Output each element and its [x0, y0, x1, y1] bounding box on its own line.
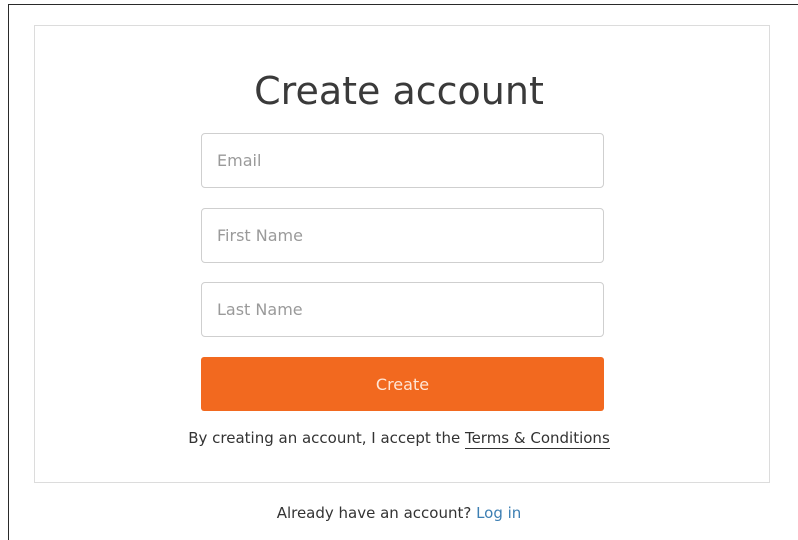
first-name-field[interactable] — [201, 208, 604, 263]
terms-prefix-text: By creating an account, I accept the — [188, 429, 465, 447]
last-name-field[interactable] — [201, 282, 604, 337]
create-button[interactable]: Create — [201, 357, 604, 411]
terms-link[interactable]: Terms & Conditions — [464, 429, 610, 449]
page-title: Create account — [254, 69, 544, 113]
terms-notice: By creating an account, I accept the Ter… — [0, 429, 798, 449]
email-field[interactable] — [201, 133, 604, 188]
login-notice: Already have an account? Log in — [0, 504, 798, 522]
login-prompt-text: Already have an account? — [276, 504, 477, 522]
login-link[interactable]: Log in — [476, 504, 521, 522]
